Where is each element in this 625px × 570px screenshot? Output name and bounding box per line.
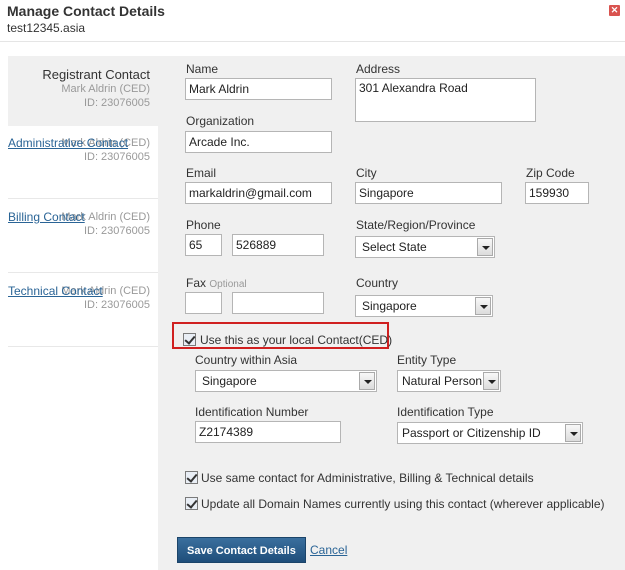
entity-type-select[interactable]: Natural Person (397, 370, 501, 392)
sidebar-item-administrative[interactable]: Administrative Contact Mark Aldrin (CED)… (8, 136, 158, 198)
country-label: Country (356, 276, 399, 290)
sidebar-divider (8, 198, 158, 199)
sidebar-item-id: ID: 23076005 (83, 299, 150, 311)
save-contact-button[interactable]: Save Contact Details (177, 537, 306, 563)
id-type-label: Identification Type (397, 405, 494, 419)
sidebar-item-id: ID: 23076005 (83, 225, 150, 237)
city-field[interactable]: Singapore (355, 182, 502, 204)
id-type-select-value: Passport or Citizenship ID (402, 426, 541, 440)
sidebar-item-id: ID: 23076005 (83, 97, 150, 109)
sidebar-item-label: Registrant Contact (42, 67, 150, 82)
sidebar-item-label: Technical Contact (8, 284, 103, 298)
close-icon[interactable]: ✕ (609, 5, 620, 16)
fax-code-field[interactable] (185, 292, 222, 314)
phone-label: Phone (186, 218, 221, 232)
local-contact-checkbox[interactable] (183, 333, 196, 346)
state-label: State/Region/Province (356, 218, 476, 232)
country-select[interactable]: Singapore (355, 295, 493, 317)
id-type-select[interactable]: Passport or Citizenship ID (397, 422, 583, 444)
local-contact-label: Use this as your local Contact(CED) (200, 333, 393, 347)
chevron-down-icon (475, 297, 491, 315)
sidebar-item-technical[interactable]: Technical Contact Mark Aldrin (CED) ID: … (8, 284, 158, 346)
organization-label: Organization (186, 114, 255, 128)
entity-type-label: Entity Type (397, 353, 457, 367)
sidebar-item-id: ID: 23076005 (83, 151, 150, 163)
dialog-title: Manage Contact Details (7, 3, 165, 19)
phone-code-field[interactable]: 65 (185, 234, 222, 256)
country-select-value: Singapore (362, 299, 417, 313)
contact-sidebar: Registrant Contact Mark Aldrin (CED) ID:… (8, 56, 158, 570)
sidebar-item-registrant[interactable]: Registrant Contact Mark Aldrin (CED) ID:… (8, 56, 158, 126)
fax-number-field[interactable] (232, 292, 324, 314)
fax-label: Fax Optional (186, 276, 247, 290)
update-all-label: Update all Domain Names currently using … (201, 497, 605, 511)
sidebar-divider (8, 272, 158, 273)
name-label: Name (186, 62, 219, 76)
email-label: Email (186, 166, 217, 180)
organization-field[interactable]: Arcade Inc. (185, 131, 332, 153)
header-divider (0, 41, 625, 42)
city-label: City (356, 166, 377, 180)
domain-name: test12345.asia (7, 21, 86, 35)
chevron-down-icon (565, 424, 581, 442)
id-number-field[interactable]: Z2174389 (195, 421, 341, 443)
chevron-down-icon (483, 372, 499, 390)
phone-number-field[interactable]: 526889 (232, 234, 324, 256)
update-all-checkbox[interactable] (185, 497, 198, 510)
state-select-value: Select State (362, 240, 427, 254)
sidebar-item-label: Administrative Contact (8, 136, 129, 150)
zip-field[interactable]: 159930 (525, 182, 589, 204)
state-select[interactable]: Select State (355, 236, 495, 258)
sidebar-divider (8, 346, 158, 347)
cancel-link[interactable]: Cancel (310, 543, 347, 557)
email-field[interactable]: markaldrin@gmail.com (185, 182, 332, 204)
zip-label: Zip Code (526, 166, 575, 180)
fax-label-text: Fax (186, 276, 207, 290)
fax-optional-note: Optional (209, 279, 247, 290)
address-field[interactable]: 301 Alexandra Road (355, 78, 536, 122)
name-field[interactable]: Mark Aldrin (185, 78, 332, 100)
same-contact-checkbox[interactable] (185, 471, 198, 484)
chevron-down-icon (477, 238, 493, 256)
sidebar-item-billing[interactable]: Billing Contact Mark Aldrin (CED) ID: 23… (8, 210, 158, 272)
same-contact-label: Use same contact for Administrative, Bil… (201, 471, 534, 485)
address-label: Address (356, 62, 401, 76)
sidebar-item-person: Mark Aldrin (CED) (61, 83, 150, 95)
country-asia-select[interactable]: Singapore (195, 370, 377, 392)
id-number-label: Identification Number (195, 405, 309, 419)
entity-type-select-value: Natural Person (402, 374, 483, 388)
sidebar-item-label: Billing Contact (8, 210, 85, 224)
chevron-down-icon (359, 372, 375, 390)
country-asia-label: Country within Asia (195, 353, 298, 367)
country-asia-select-value: Singapore (202, 374, 257, 388)
